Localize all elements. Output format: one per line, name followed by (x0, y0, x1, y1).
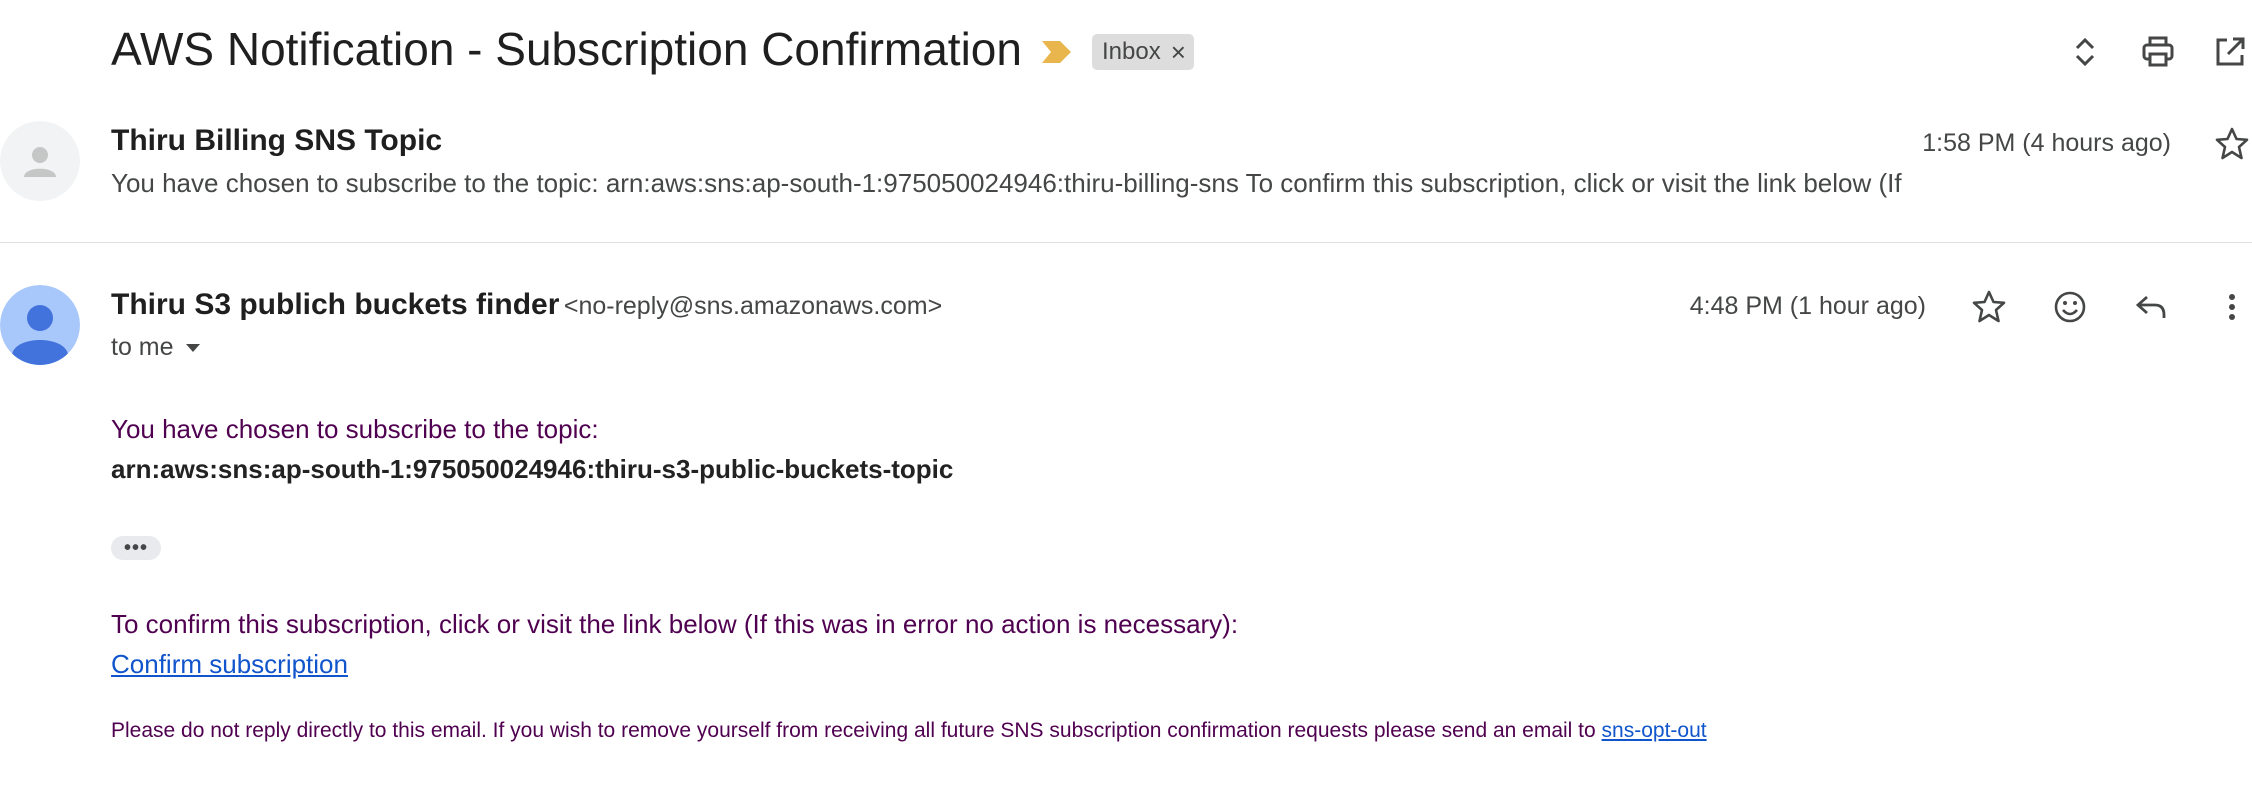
message-time: 4:48 PM (1 hour ago) (1689, 292, 1926, 320)
star-icon (1972, 290, 2006, 323)
email-subject: AWS Notification - Subscription Confirma… (111, 23, 1022, 75)
confirm-subscription-link[interactable]: Confirm subscription (111, 649, 348, 679)
collapsed-message-snippet[interactable]: You have chosen to subscribe to the topi… (111, 168, 1931, 199)
default-avatar-icon (0, 121, 80, 201)
collapsed-message-time: 1:58 PM (4 hours ago) (1922, 129, 2171, 157)
add-reaction-button[interactable] (2046, 283, 2094, 331)
more-options-button[interactable] (2208, 283, 2252, 331)
sender-line: Thiru S3 publich buckets finder <no-repl… (111, 288, 942, 322)
print-all-button[interactable] (2134, 28, 2182, 76)
sender-avatar (0, 285, 80, 365)
more-vert-icon (2229, 294, 2235, 320)
recipient-label: to me (111, 333, 174, 361)
reply-icon (2135, 295, 2166, 318)
footer-text: Please do not reply directly to this ema… (111, 719, 1596, 742)
open-in-new-icon (2216, 37, 2245, 66)
sender-name[interactable]: Thiru S3 publich buckets finder (111, 288, 559, 321)
sender-email: <no-reply@sns.amazonaws.com> (563, 292, 943, 320)
label-chip-inbox: Inbox × (1092, 34, 1194, 70)
open-in-new-window-button[interactable] (2206, 28, 2252, 76)
topic-arn: arn:aws:sns:ap-south-1:975050024946:thir… (111, 454, 954, 484)
dropdown-arrow-icon (185, 343, 200, 352)
recipient-details-toggle[interactable]: to me (111, 333, 202, 362)
reply-button[interactable] (2127, 283, 2175, 331)
label-chip-text: Inbox (1102, 38, 1161, 65)
unfold-icon (2075, 37, 2095, 67)
sns-opt-out-link[interactable]: sns-opt-out (1602, 719, 1707, 742)
message-divider (0, 242, 2252, 243)
remove-label-icon[interactable]: × (1171, 39, 1186, 65)
confirm-instructions: To confirm this subscription, click or v… (111, 609, 1239, 639)
confirm-link-line: Confirm subscription (111, 649, 348, 680)
person-avatar-icon (0, 285, 80, 365)
print-icon (2142, 36, 2174, 67)
body-intro-text: You have chosen to subscribe to the topi… (111, 414, 599, 444)
star-button[interactable] (1965, 283, 2013, 331)
show-trimmed-content-button[interactable]: ••• (111, 536, 161, 560)
collapsed-sender-name[interactable]: Thiru Billing SNS Topic (111, 124, 442, 158)
star-button[interactable] (2208, 120, 2252, 168)
footer-note: Please do not reply directly to this ema… (111, 719, 1707, 743)
star-icon (2215, 127, 2249, 160)
importance-marker-icon[interactable] (1040, 38, 1074, 66)
avatar (0, 121, 80, 201)
emoji-icon (2054, 291, 2086, 323)
expand-all-button[interactable] (2061, 28, 2109, 76)
